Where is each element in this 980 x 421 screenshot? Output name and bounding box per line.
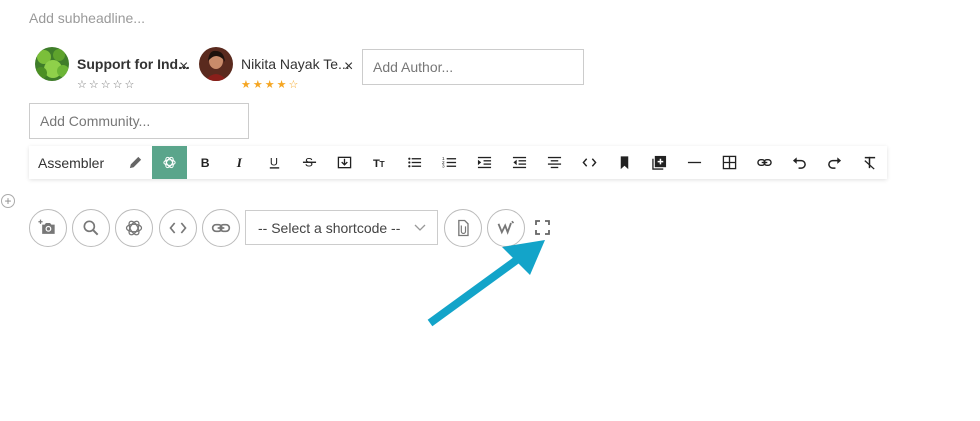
writer-button[interactable]: [487, 209, 525, 247]
author-chip-2: Nikita Nayak Te... ★★★★☆: [199, 47, 350, 91]
insert-link-button[interactable]: [202, 209, 240, 247]
svg-text:U: U: [270, 156, 278, 168]
clear-format-icon[interactable]: [852, 146, 887, 179]
bold-icon[interactable]: B: [187, 146, 222, 179]
subheadline-placeholder[interactable]: Add subheadline...: [29, 10, 145, 26]
author-avatar-1: [35, 47, 69, 81]
remove-author-1-button[interactable]: ×: [179, 58, 188, 76]
editor-toolbar: Assembler B I U S TT 123: [29, 146, 887, 179]
author-rating-2[interactable]: ★★★★☆: [241, 79, 350, 91]
shortcode-select[interactable]: -- Select a shortcode --: [245, 210, 438, 245]
code-icon[interactable]: [572, 146, 607, 179]
table-icon[interactable]: [712, 146, 747, 179]
underline-icon[interactable]: U: [257, 146, 292, 179]
openai-icon[interactable]: [152, 146, 187, 179]
redo-icon[interactable]: [817, 146, 852, 179]
author-avatar-2: [199, 47, 233, 81]
author-chip-1: Support for Ind... ☆☆☆☆☆: [35, 47, 190, 91]
pencil-icon[interactable]: [118, 146, 152, 179]
link-icon[interactable]: [747, 146, 782, 179]
attachment-icon: [458, 219, 469, 237]
strikethrough-icon[interactable]: S: [292, 146, 327, 179]
add-block-button[interactable]: +: [1, 194, 15, 208]
fullscreen-icon[interactable]: [535, 220, 550, 235]
outdent-icon[interactable]: [502, 146, 537, 179]
svg-text:3: 3: [442, 164, 445, 169]
indent-icon[interactable]: [467, 146, 502, 179]
author-rating-1[interactable]: ☆☆☆☆☆: [77, 79, 190, 91]
align-center-icon[interactable]: [537, 146, 572, 179]
download-icon[interactable]: [327, 146, 362, 179]
svg-text:T: T: [380, 159, 386, 169]
italic-icon[interactable]: I: [222, 146, 257, 179]
bulleted-list-icon[interactable]: [397, 146, 432, 179]
attachment-button[interactable]: [444, 209, 482, 247]
search-button[interactable]: [72, 209, 110, 247]
add-image-button[interactable]: [29, 209, 67, 247]
bookmark-icon[interactable]: [607, 146, 642, 179]
add-community-input[interactable]: Add Community...: [29, 103, 249, 139]
shortcode-select-value: -- Select a shortcode --: [258, 219, 401, 236]
author-name-2: Nikita Nayak Te...: [241, 56, 350, 72]
writer-logo-icon: [497, 220, 515, 235]
svg-text:B: B: [201, 156, 210, 170]
add-box-icon[interactable]: [642, 146, 677, 179]
toolbar-label: Assembler: [38, 154, 105, 171]
remove-author-2-button[interactable]: ×: [344, 58, 353, 76]
add-author-input[interactable]: Add Author...: [362, 49, 584, 85]
svg-text:I: I: [236, 155, 243, 170]
link-icon: [211, 223, 231, 233]
openai-icon: [125, 220, 143, 236]
numbered-list-icon[interactable]: 123: [432, 146, 467, 179]
text-size-icon[interactable]: TT: [362, 146, 397, 179]
undo-icon[interactable]: [782, 146, 817, 179]
horizontal-rule-icon[interactable]: [677, 146, 712, 179]
embed-code-button[interactable]: [159, 209, 197, 247]
search-icon: [83, 220, 99, 236]
ai-button[interactable]: [115, 209, 153, 247]
author-name-1: Support for Ind...: [77, 56, 190, 72]
chevron-down-icon: [414, 224, 426, 231]
code-icon: [169, 222, 187, 234]
camera-plus-icon: [38, 219, 55, 234]
